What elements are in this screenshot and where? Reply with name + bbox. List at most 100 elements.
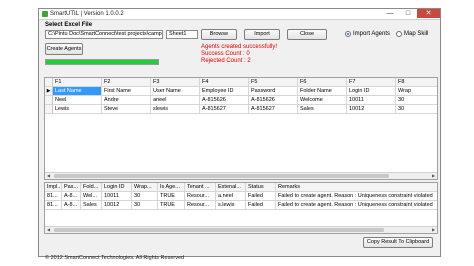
table-cell[interactable]: Last Name [53, 87, 102, 96]
table-cell[interactable]: aneel [151, 96, 200, 105]
table-cell[interactable]: Steve [102, 105, 151, 114]
table-cell[interactable]: slewis [151, 105, 200, 114]
table-cell[interactable]: 30 [396, 105, 437, 114]
table-row[interactable]: Lewis Steve slewis A-815627 A-815627 Sal… [45, 105, 437, 114]
scrollbar-thumb[interactable] [54, 228, 384, 232]
table-row[interactable]: 81... A-8... Wel... 10011 30 TRUE Resour… [45, 192, 437, 201]
table-cell[interactable]: Failed to create agent. Reason : Uniquen… [276, 192, 437, 201]
table-cell[interactable]: Folder Name [298, 87, 347, 96]
table-cell[interactable]: First Name [102, 87, 151, 96]
table-cell[interactable]: A-8... [62, 201, 81, 210]
table-cell[interactable]: 10011 [102, 192, 132, 201]
table-cell[interactable]: A-815627 [200, 105, 249, 114]
table-cell[interactable]: A-815627 [249, 105, 298, 114]
column-header-f3[interactable]: F3 [151, 78, 200, 87]
scroll-left-icon[interactable]: ◀ [45, 173, 52, 179]
table-cell[interactable]: Password [249, 87, 298, 96]
column-header[interactable]: Fold... [81, 183, 102, 192]
column-header-f5[interactable]: F5 [249, 78, 298, 87]
column-header[interactable]: Login ID [102, 183, 132, 192]
app-window: SmartUTIL | Version 1.0.0.2 — □ ✕ Select… [38, 8, 441, 261]
title-bar: SmartUTIL | Version 1.0.0.2 — □ ✕ [39, 9, 440, 20]
top-grid-horizontal-scrollbar[interactable]: ◀ ▶ [45, 172, 437, 179]
table-cell[interactable]: Welcome [298, 96, 347, 105]
table-cell[interactable]: Resour... [185, 201, 216, 210]
table-cell[interactable]: 81... [45, 201, 62, 210]
scroll-right-icon[interactable]: ▶ [430, 227, 437, 233]
import-agents-radio[interactable] [345, 31, 351, 37]
table-cell[interactable]: A-815626 [200, 96, 249, 105]
column-header-remarks[interactable]: Remarks [276, 183, 437, 192]
table-cell[interactable]: Sales [298, 105, 347, 114]
table-cell[interactable]: Failed [246, 192, 276, 201]
progress-fill [46, 60, 158, 64]
table-cell[interactable]: 30 [132, 201, 158, 210]
table-cell[interactable]: Sales [81, 201, 102, 210]
sheet-name-field[interactable]: Sheet1 [166, 30, 198, 39]
column-header-f1[interactable]: F1 [53, 78, 102, 87]
browse-button[interactable]: Browse [201, 29, 237, 40]
table-cell[interactable]: 10011 [347, 96, 396, 105]
column-header[interactable]: Extenal... [216, 183, 246, 192]
table-cell[interactable]: User Name [151, 87, 200, 96]
bottom-grid-horizontal-scrollbar[interactable]: ◀ ▶ [45, 226, 437, 233]
table-cell[interactable]: TRUE [158, 201, 185, 210]
close-window-button[interactable]: ✕ [417, 9, 440, 18]
column-header[interactable]: Status [246, 183, 276, 192]
maximize-button[interactable]: □ [399, 9, 417, 18]
input-data-grid[interactable]: F1 F2 F3 F4 F5 F6 F7 F8 ▶ Last Name Firs… [44, 77, 438, 180]
table-cell[interactable]: Resour... [185, 192, 216, 201]
table-cell[interactable]: a.neel [216, 192, 246, 201]
table-cell[interactable]: A-8... [62, 192, 81, 201]
table-cell[interactable]: Wel... [81, 192, 102, 201]
table-cell[interactable]: Andre [102, 96, 151, 105]
scroll-right-icon[interactable]: ▶ [430, 173, 437, 179]
column-header[interactable]: Tenant ... [185, 183, 216, 192]
scrollbar-thumb[interactable] [54, 174, 389, 178]
column-header-f2[interactable]: F2 [102, 78, 151, 87]
file-path-field[interactable]: C:\Pintu Doc\SmartConnect\test projects\… [45, 30, 163, 39]
import-button[interactable]: Import [244, 29, 280, 40]
table-cell[interactable]: 10012 [102, 201, 132, 210]
scroll-left-icon[interactable]: ◀ [45, 227, 52, 233]
rejected-count-text: Rejected Count : 2 [201, 58, 251, 64]
column-header-f8[interactable]: F8 [396, 78, 437, 87]
table-cell[interactable]: A-815626 [249, 96, 298, 105]
table-cell[interactable]: Failed [246, 201, 276, 210]
table-cell[interactable]: 81... [45, 192, 62, 201]
select-excel-label: Select Excel File [45, 22, 93, 28]
grid-header-row: Impl... Pas... Fold... Login ID Wrap... … [45, 183, 437, 192]
table-cell[interactable]: Login ID [347, 87, 396, 96]
agents-created-message: Agents created successfully! [201, 44, 278, 50]
result-grid[interactable]: Impl... Pas... Fold... Login ID Wrap... … [44, 182, 438, 234]
current-row-marker: ▶ [45, 87, 53, 96]
table-cell[interactable]: 30 [132, 192, 158, 201]
table-cell[interactable]: 10012 [347, 105, 396, 114]
table-row[interactable]: ▶ Last Name First Name User Name Employe… [45, 87, 437, 96]
column-header[interactable]: Is Age... [158, 183, 185, 192]
table-cell[interactable]: Employee ID [200, 87, 249, 96]
table-cell[interactable]: Lewis [53, 105, 102, 114]
table-cell[interactable]: 30 [396, 96, 437, 105]
column-header-f4[interactable]: F4 [200, 78, 249, 87]
column-header[interactable]: Wrap... [132, 183, 158, 192]
table-cell[interactable]: Wrap [396, 87, 437, 96]
column-header[interactable]: Pas... [62, 183, 81, 192]
table-cell[interactable]: TRUE [158, 192, 185, 201]
table-row[interactable]: Neel Andre aneel A-815626 A-815626 Welco… [45, 96, 437, 105]
table-cell[interactable]: Failed to create agent. Reason : Uniquen… [276, 201, 437, 210]
column-header-f6[interactable]: F6 [298, 78, 347, 87]
column-header[interactable]: Impl... [45, 183, 62, 192]
map-skill-label: Map Skill [404, 31, 429, 37]
table-cell[interactable]: Neel [53, 96, 102, 105]
minimize-button[interactable]: — [381, 9, 399, 18]
create-agents-button[interactable]: Create Agents [45, 43, 83, 55]
table-row[interactable]: 81... A-8... Sales 10012 30 TRUE Resour.… [45, 201, 437, 210]
map-skill-radio[interactable] [396, 31, 402, 37]
copy-result-button[interactable]: Copy Result To Clipboard [363, 237, 433, 248]
row-header [45, 105, 53, 114]
close-button[interactable]: Close [287, 29, 327, 40]
table-cell[interactable]: s.lewis [216, 201, 246, 210]
grid-corner [45, 78, 53, 87]
column-header-f7[interactable]: F7 [347, 78, 396, 87]
